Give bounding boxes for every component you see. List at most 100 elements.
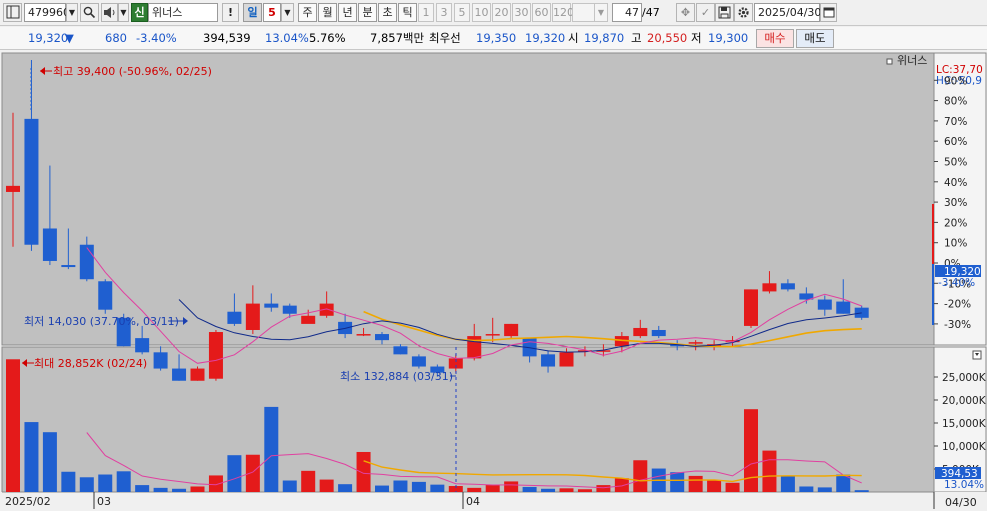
high-annotation-text: 최고 39,400 (-50.96%, 02/25)	[53, 65, 212, 78]
volume-bar	[707, 480, 722, 492]
down-arrow-icon: ▼	[65, 31, 74, 45]
period-week-button[interactable]: 주	[298, 3, 317, 22]
volume-bar	[541, 488, 556, 492]
candle-body	[190, 368, 205, 381]
stock-code-input[interactable]: 479960	[24, 3, 70, 22]
minute-option-20[interactable]: 20	[492, 3, 511, 22]
candle-body	[356, 334, 371, 336]
buy-button[interactable]: 매수	[756, 29, 794, 48]
candle-body	[836, 301, 851, 314]
minute-option-60[interactable]: 60	[532, 3, 551, 22]
period-year-button[interactable]: 년	[338, 3, 357, 22]
volume-bar	[780, 475, 795, 492]
volume-bar	[411, 481, 426, 492]
volume-bar	[577, 489, 592, 492]
candle-body	[485, 334, 500, 336]
volume-bar	[393, 480, 408, 492]
volume-bar	[61, 471, 76, 492]
volume-bar	[356, 451, 371, 492]
candle-body	[411, 356, 426, 367]
candle-body	[135, 338, 150, 353]
price-tick-label: 40%	[944, 177, 967, 189]
date-input[interactable]: 2025/04/30	[754, 3, 821, 22]
search-icon[interactable]	[80, 3, 99, 22]
chart-menu-icon[interactable]	[3, 3, 22, 22]
period-dropdown-icon[interactable]: ▼	[281, 3, 294, 22]
sell-button[interactable]: 매도	[796, 29, 834, 48]
price-pane[interactable]	[1, 52, 935, 346]
minute-option-5[interactable]: 5	[454, 3, 470, 22]
stock-chart[interactable]: 위너스 LC:37,70 HC:-50,9 90% 80% 70% 60% 50% 40%…	[0, 51, 987, 511]
stock-name-field[interactable]: 위너스	[148, 3, 218, 22]
candle-body	[688, 342, 703, 344]
volume-tick-label: 25,000K	[942, 372, 987, 384]
custom-period-dropdown-icon[interactable]: ▼	[594, 3, 608, 22]
minute-option-1[interactable]: 1	[418, 3, 434, 22]
volume-bar	[227, 455, 242, 492]
period-tick-button[interactable]: 틱	[398, 3, 417, 22]
volume-bar	[172, 488, 187, 492]
volume-min-text: 최소 132,884 (03/31)	[340, 370, 453, 383]
alert-icon[interactable]: !	[222, 3, 239, 22]
turnover-ratio: 5.76%	[309, 31, 346, 45]
low-price: 19,300	[708, 31, 749, 45]
legend-stock-name: 위너스	[897, 54, 927, 67]
volume-bar	[301, 470, 316, 492]
candle-body	[245, 303, 260, 330]
minute-option-30[interactable]: 30	[512, 3, 531, 22]
volume-bar	[670, 472, 685, 492]
current-price: 19,320	[28, 31, 69, 45]
code-dropdown-icon[interactable]: ▼	[66, 3, 78, 22]
open-price: 19,870	[584, 31, 625, 45]
price-tick-label: 20%	[944, 217, 967, 229]
speaker-dropdown-icon[interactable]: ▼	[118, 3, 129, 22]
x-label-apr: 04	[466, 495, 480, 508]
period-minute-button[interactable]: 분	[358, 3, 377, 22]
volume-bar	[24, 422, 39, 492]
minute-option-120[interactable]: 120	[552, 3, 574, 22]
candle-body	[79, 244, 94, 280]
speaker-icon[interactable]	[101, 3, 118, 22]
candle-body	[375, 334, 389, 341]
volume-tick-label: 20,000K	[942, 395, 987, 407]
volume-bar	[190, 486, 205, 492]
volume-bar	[430, 484, 445, 492]
volume-bar	[319, 479, 334, 492]
minute-option-10[interactable]: 10	[472, 3, 491, 22]
period-month-button[interactable]: 월	[318, 3, 337, 22]
volume-bar	[135, 485, 150, 492]
calendar-icon[interactable]	[820, 3, 837, 22]
candle-body	[61, 265, 76, 268]
candle-body	[504, 323, 519, 337]
minute-option-3[interactable]: 3	[436, 3, 452, 22]
volume-bar	[338, 484, 353, 492]
volume-bar	[153, 487, 168, 492]
period-day-button[interactable]: 일	[243, 3, 262, 22]
price-tick-label: 70%	[944, 116, 967, 128]
candle-body	[780, 283, 795, 290]
best-ask-price: 19,350	[476, 31, 517, 45]
low-label: 저	[691, 31, 702, 45]
candle-body	[301, 315, 316, 324]
period-value-field[interactable]: 5	[263, 3, 281, 22]
data-count-input[interactable]: 47	[612, 3, 642, 22]
volume-bar	[854, 490, 869, 492]
x-label-feb: 2025/02	[5, 495, 51, 508]
volume-bar	[504, 481, 519, 492]
candle-body	[24, 118, 39, 245]
settings-gear-icon[interactable]	[734, 3, 753, 22]
period-second-button[interactable]: 초	[378, 3, 397, 22]
open-label: 시	[568, 31, 579, 45]
stock-new-badge: 신	[131, 3, 148, 22]
candle-body	[208, 332, 223, 379]
crosshair-icon[interactable]: ✥	[676, 3, 695, 22]
volume-bar	[614, 478, 629, 492]
volume-bar	[485, 484, 500, 492]
price-tick-label: -30%	[944, 319, 971, 331]
chart-tool-icon[interactable]: ✓	[696, 3, 715, 22]
candle-body	[541, 354, 556, 367]
volume-bar	[799, 486, 814, 492]
save-icon[interactable]	[715, 3, 734, 22]
volume-bar	[42, 432, 57, 492]
trade-volume: 394,539	[203, 31, 251, 45]
